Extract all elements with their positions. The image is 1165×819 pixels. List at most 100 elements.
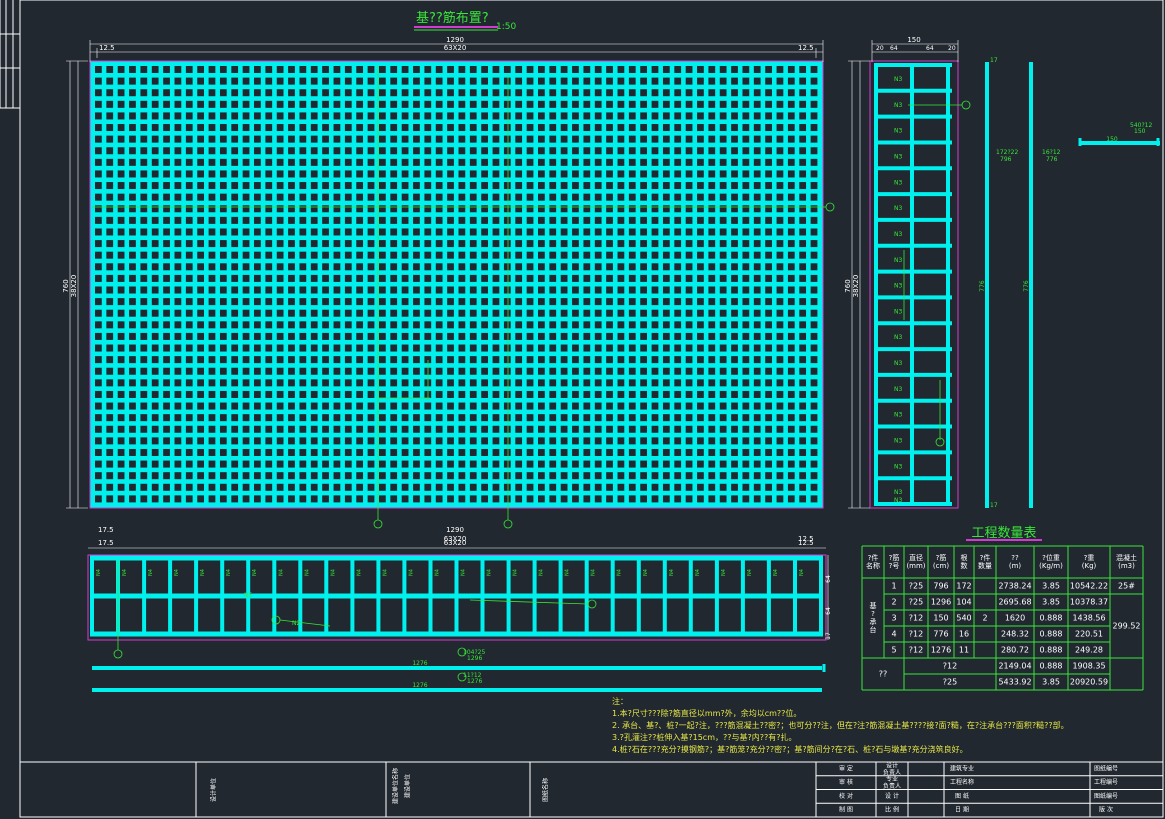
table-cell-total-len: 248.32 [1001, 630, 1029, 639]
table-header-cell: (Kg) [1082, 562, 1097, 570]
side-row-label: N3 [894, 257, 902, 264]
section-annotations [113, 560, 597, 682]
section-col-label: N4 [330, 569, 336, 576]
table-cell-unit-wt: 0.888 [1040, 614, 1063, 623]
bar1-label-a: 172?22 [996, 149, 1018, 156]
bar5-length: 1276 [412, 682, 427, 689]
title-block-field-2: 图纸编号 [1094, 764, 1118, 772]
table-sum-weight: 20920.59 [1070, 678, 1108, 687]
section-label-n2: N2 [292, 620, 300, 627]
section-label-n5: N5 [244, 592, 252, 599]
section-col-label: N4 [591, 569, 597, 576]
side-row-label: N3 [894, 179, 902, 186]
title-block-role: 校 对 [839, 792, 853, 800]
section-col-label: N4 [773, 569, 779, 576]
side-row-label: N3 [894, 154, 902, 161]
table-sum-total-len: 5433.92 [998, 678, 1031, 687]
title-block-field-2: 工程编号 [1094, 778, 1118, 786]
section-col-label: N4 [408, 569, 414, 576]
section-col-label: N4 [747, 569, 753, 576]
bar1-label-b: 796 [1000, 156, 1012, 163]
side-dim-left-total: 760 [844, 279, 852, 292]
table-header-cell: (m3) [1118, 562, 1135, 570]
bar1-leg: 17 [990, 57, 998, 64]
dim-left-total: 760 [62, 279, 70, 292]
table-cell-no: 1 [891, 582, 896, 591]
side-view-dimensions [848, 40, 959, 509]
side-row-label: N3 [894, 76, 902, 83]
table-cell-weight: 1438.56 [1072, 614, 1105, 623]
title-block-role-2: 专业 [886, 775, 898, 783]
section-marker [961, 100, 971, 110]
bar2-label-b: 776 [1046, 156, 1058, 163]
side-row-label: N3 [894, 283, 902, 290]
table-cell-unit-wt: 0.888 [1040, 630, 1063, 639]
table-header-cell: 数量 [978, 561, 992, 570]
table-header-cell: 根 [961, 553, 968, 562]
table-part-name: ? [871, 610, 875, 618]
bar5-label-b: 1276 [467, 678, 482, 685]
table-header-cell: 直径 [909, 553, 923, 562]
table-part-name: 台 [870, 625, 877, 634]
side-dim-a: 20 [876, 45, 884, 52]
table-header-cell: ?号 [889, 562, 900, 570]
notes-heading: 注： [612, 697, 628, 706]
table-cell-count: 540 [956, 614, 971, 623]
table-cell-total-len: 1620 [1005, 614, 1025, 623]
note-line-1: 1.本?尺寸???除?筋直径以mm?外，余均以cm??位。 [612, 709, 802, 718]
section-marker [825, 202, 835, 212]
section-dim-left: 17.5 [98, 539, 114, 547]
section-dim-r2: 64 [825, 607, 832, 615]
section-col-label: N4 [200, 569, 206, 576]
dim-left-mid: 38X20 [70, 275, 78, 298]
bar3-label-b: 150 [1134, 128, 1146, 135]
table-header-cell: ?位重 [1042, 553, 1060, 562]
section-col-label: N4 [356, 569, 362, 576]
section-col-label: N4 [513, 569, 519, 576]
dim-top-right: 12.5 [798, 44, 814, 52]
section-col-label: N4 [669, 569, 675, 576]
title-block-role-2: 设计 [886, 761, 898, 769]
section-col-label: N4 [96, 569, 102, 576]
table-cell-weight: 10378.37 [1070, 598, 1108, 607]
side-row-label: N3 [894, 463, 902, 470]
note-line-3: 3.?孔灌注??桩伸入基?15cm，??与基?内??有?扎。 [612, 733, 797, 742]
title-block: 设计单位 建设单位名称 建设单位 图纸名称审 定设计负责人建筑专业 图纸编号审 核专业负… [20, 761, 1163, 817]
title-block-owner-name: 建设单位名称 [392, 768, 400, 804]
table-cell-dia: ?25 [909, 582, 923, 591]
table-cell-dia: ?25 [909, 598, 923, 607]
title-block-field: 建筑专业 [950, 764, 974, 772]
side-row-label: N3 [894, 386, 902, 393]
title-block-drawing-name: 图纸名称 [542, 778, 550, 802]
dim-bottom-left: 17.5 [98, 526, 114, 534]
table-cell-dia: ?12 [909, 630, 923, 639]
dim-top-left: 12.5 [99, 44, 115, 52]
title-block-role: 制 图 [839, 806, 853, 814]
table-cell-len: 1276 [931, 646, 951, 655]
title-block-owner: 建设单位 [404, 774, 412, 798]
table-cell-count: 172 [956, 582, 971, 591]
table-cell-len: 796 [933, 582, 948, 591]
table-cell-len: 150 [933, 614, 948, 623]
table-cell-no: 5 [891, 646, 896, 655]
table-cell-total-len: 2738.24 [998, 582, 1031, 591]
side-dim-b: 64 [890, 45, 898, 52]
table-header-cell: ?筋 [936, 553, 947, 562]
section-marker [503, 519, 513, 529]
side-row-label: N3 [894, 412, 902, 419]
side-dim-d: 20 [948, 45, 956, 52]
table-cell-len: 776 [933, 630, 948, 639]
table-cell-len: 1296 [931, 598, 951, 607]
section-col-label: N4 [721, 569, 727, 576]
table-cell-no: 4 [891, 630, 896, 639]
dim-bottom-total: 1290 [446, 526, 464, 534]
dim-top-total: 1290 [446, 36, 464, 44]
table-cell-dia: ?12 [909, 646, 923, 655]
table-sum-dia: ?25 [943, 678, 957, 687]
section-dim-right: 12.5 [798, 539, 814, 547]
table-header-cell: (m) [1009, 562, 1022, 570]
section-col-label: N4 [539, 569, 545, 576]
side-dim-top: 150 [907, 36, 920, 44]
bar2-length: 776 [1023, 280, 1030, 292]
side-row-label: N3 [894, 128, 902, 135]
